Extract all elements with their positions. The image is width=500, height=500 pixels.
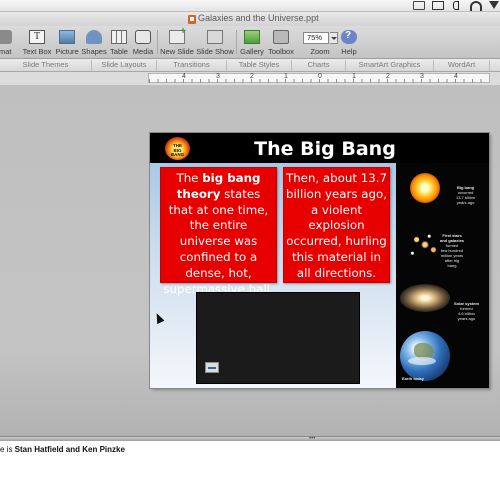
format-icon xyxy=(0,30,12,44)
tab-table-styles[interactable]: Table Styles xyxy=(227,60,292,71)
gallery-icon xyxy=(244,30,260,44)
notes-bold-text: Stan Hatfield and Ken Pinzke xyxy=(14,445,125,454)
tab-wordart[interactable]: WordArt xyxy=(434,60,490,71)
toolbox-label: Toolbox xyxy=(268,47,294,56)
picture-button[interactable]: Picture xyxy=(54,28,80,58)
tab-smartart-graphics[interactable]: SmartArt Graphics xyxy=(346,60,434,71)
big-bang-explosion-image xyxy=(410,173,440,203)
panel-label-solar-system: Solar system formed 4.6 billion years ag… xyxy=(454,301,479,321)
text-box-button[interactable]: Text Box xyxy=(21,28,53,58)
textbox-bold-text: big bang xyxy=(202,171,261,185)
system-menu-bar xyxy=(0,0,500,12)
toolbar-separator xyxy=(157,30,158,54)
tab-slide-themes[interactable]: Slide Themes xyxy=(0,60,92,71)
logo-line: BANG xyxy=(170,152,185,157)
tab-charts[interactable]: Charts xyxy=(292,60,346,71)
zoom-label: Zoom xyxy=(310,47,330,56)
textbox-text: The xyxy=(176,171,203,185)
table-button[interactable]: Table xyxy=(108,28,130,58)
ruler-label: 4 xyxy=(454,73,458,80)
new-slide-label: New Slide xyxy=(160,47,194,56)
big-bang-theory-textbox[interactable]: The big bang theory states that at one ti… xyxy=(160,167,277,296)
ruler-label: 0 xyxy=(318,73,322,80)
picture-icon xyxy=(59,30,75,44)
ppt-document-icon xyxy=(188,15,196,24)
ruler-label: 1 xyxy=(284,73,288,80)
slide-show-icon xyxy=(207,30,223,44)
big-bang-logo: THE BIG BANG xyxy=(165,137,190,160)
panel-label-line: years ago xyxy=(456,200,475,205)
time-machine-icon[interactable] xyxy=(489,1,500,10)
slide-title[interactable]: The Big Bang xyxy=(210,138,440,160)
shapes-button[interactable]: Shapes xyxy=(81,28,107,58)
media-icon xyxy=(135,30,151,44)
toolbox-icon xyxy=(273,30,289,44)
shapes-icon xyxy=(86,30,102,44)
logo-text: THE BIG BANG xyxy=(167,143,188,158)
new-slide-icon xyxy=(169,26,186,44)
video-file-icon xyxy=(205,362,219,373)
shapes-label: Shapes xyxy=(81,47,107,56)
monitor-icon[interactable] xyxy=(432,1,444,10)
ruler-label: 2 xyxy=(386,73,390,80)
panel-label-first-stars: First stars and galaxies formed few hund… xyxy=(440,233,464,268)
slide-show-label: Slide Show xyxy=(196,47,234,56)
timeline-image-panel[interactable]: Big bang occurred 13.7 billion years ago… xyxy=(396,163,489,388)
media-label: Media xyxy=(132,47,154,56)
panel-label-big-bang: Big bang occurred 13.7 billion years ago xyxy=(456,185,475,205)
panel-label-line: bang xyxy=(447,263,457,268)
text-box-icon xyxy=(29,30,45,44)
textbox-bold-text: theory xyxy=(176,186,221,201)
panel-label-title: Earth today xyxy=(402,376,425,381)
wifi-icon[interactable] xyxy=(470,1,482,11)
ruler-label: 2 xyxy=(250,73,254,80)
ruler-label: 3 xyxy=(420,73,424,80)
text-box-label: Text Box xyxy=(22,47,52,56)
display-icon[interactable] xyxy=(413,1,425,10)
ruler-label: 3 xyxy=(216,73,220,80)
window-title: Galaxies and the Universe.ppt xyxy=(198,13,319,23)
help-label: Help xyxy=(341,47,357,56)
new-slide-button[interactable]: New Slide xyxy=(159,26,195,58)
zoom-control: Zoom xyxy=(303,28,337,58)
current-slide[interactable]: THE BIG BANG The Big Bang The big bang th… xyxy=(150,133,489,388)
gallery-label: Gallery xyxy=(240,47,264,56)
slide-show-button[interactable]: Slide Show xyxy=(196,28,234,58)
picture-label: Picture xyxy=(55,47,79,56)
tab-slide-layouts[interactable]: Slide Layouts xyxy=(92,60,157,71)
media-button[interactable]: Media xyxy=(131,28,155,58)
help-icon xyxy=(341,30,357,44)
toolbox-button[interactable]: Toolbox xyxy=(266,28,296,58)
explosion-textbox[interactable]: Then, about 13.7 billion years ago, a vi… xyxy=(283,167,390,283)
solar-system-image xyxy=(400,284,450,312)
format-button[interactable]: rmat xyxy=(0,28,16,58)
toolbar-separator xyxy=(236,30,237,54)
earth-image xyxy=(400,331,450,381)
tab-transitions[interactable]: Transitions xyxy=(157,60,227,71)
gallery-button[interactable]: Gallery xyxy=(238,28,266,58)
format-label: rmat xyxy=(0,47,12,56)
horizontal-ruler[interactable]: 4 3 2 1 0 1 2 3 4 xyxy=(148,73,490,83)
panel-label-earth: Earth today xyxy=(402,376,424,381)
ruler-label: 4 xyxy=(182,73,186,80)
notes-plain-text: e is xyxy=(0,445,15,454)
volume-icon[interactable] xyxy=(451,1,463,10)
slide-title-bar: THE BIG BANG The Big Bang xyxy=(150,133,489,163)
textbox-text: states that at one time, the entire univ… xyxy=(163,186,274,296)
video-placeholder[interactable] xyxy=(196,292,360,384)
ruler-label: 1 xyxy=(352,73,356,80)
help-button[interactable]: Help xyxy=(338,28,360,58)
table-icon xyxy=(111,30,127,44)
table-label: Table xyxy=(110,47,128,56)
notes-text[interactable]: e is Stan Hatfield and Ken Pinzke xyxy=(0,445,125,454)
powerpoint-window: Galaxies and the Universe.ppt rmat Text … xyxy=(0,0,500,500)
panel-label-line: years ago xyxy=(457,316,476,321)
